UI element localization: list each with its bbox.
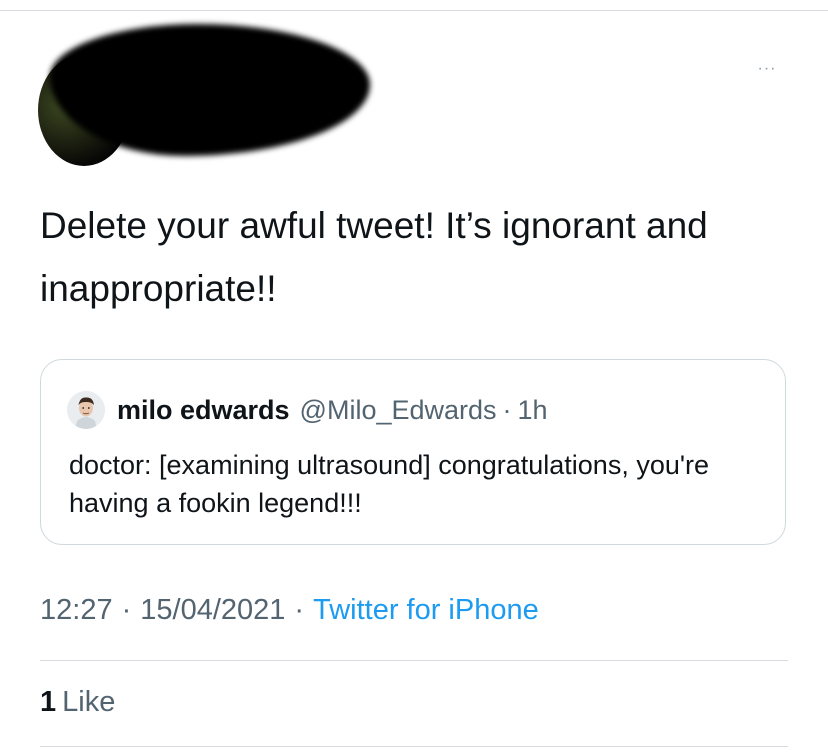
- quoted-tweet-text: doctor: [examining ultrasound] congratul…: [69, 450, 710, 518]
- likes-stat[interactable]: 1 Like: [40, 686, 115, 719]
- quoted-author-handle[interactable]: @Milo_Edwards: [300, 395, 497, 426]
- meta-separator: ·: [294, 594, 305, 626]
- avatar-portrait-icon: [67, 391, 105, 429]
- more-options-button[interactable]: ···: [750, 54, 784, 84]
- likes-label: Like: [62, 686, 116, 718]
- tweet-text: Delete your awful tweet! It’s ignorant a…: [40, 205, 708, 309]
- tweet-source-link[interactable]: Twitter for iPhone: [313, 594, 539, 626]
- quoted-tweet-card[interactable]: milo edwards @Milo_Edwards · 1h doctor: …: [40, 359, 786, 545]
- tweet-date: 15/04/2021: [140, 594, 286, 626]
- quoted-tweet-age: 1h: [517, 394, 548, 425]
- likes-count: 1: [40, 686, 57, 718]
- quoted-author-avatar: [67, 391, 105, 429]
- redacted-author-header: [38, 24, 370, 166]
- more-horizontal-icon: ···: [757, 60, 777, 77]
- bottom-divider: [40, 746, 788, 747]
- meta-separator: ·: [502, 394, 512, 425]
- stats-divider: [40, 660, 788, 661]
- redaction-scribble: [50, 24, 370, 156]
- tweet-time: 12:27: [40, 594, 113, 626]
- top-divider: [0, 10, 828, 11]
- tweet-meta-row: 12:27 · 15/04/2021 · Twitter for iPhone: [40, 594, 539, 627]
- quoted-author-name[interactable]: milo edwards: [117, 395, 290, 426]
- quoted-tweet-header: milo edwards @Milo_Edwards · 1h: [117, 390, 548, 430]
- meta-separator: ·: [121, 594, 132, 626]
